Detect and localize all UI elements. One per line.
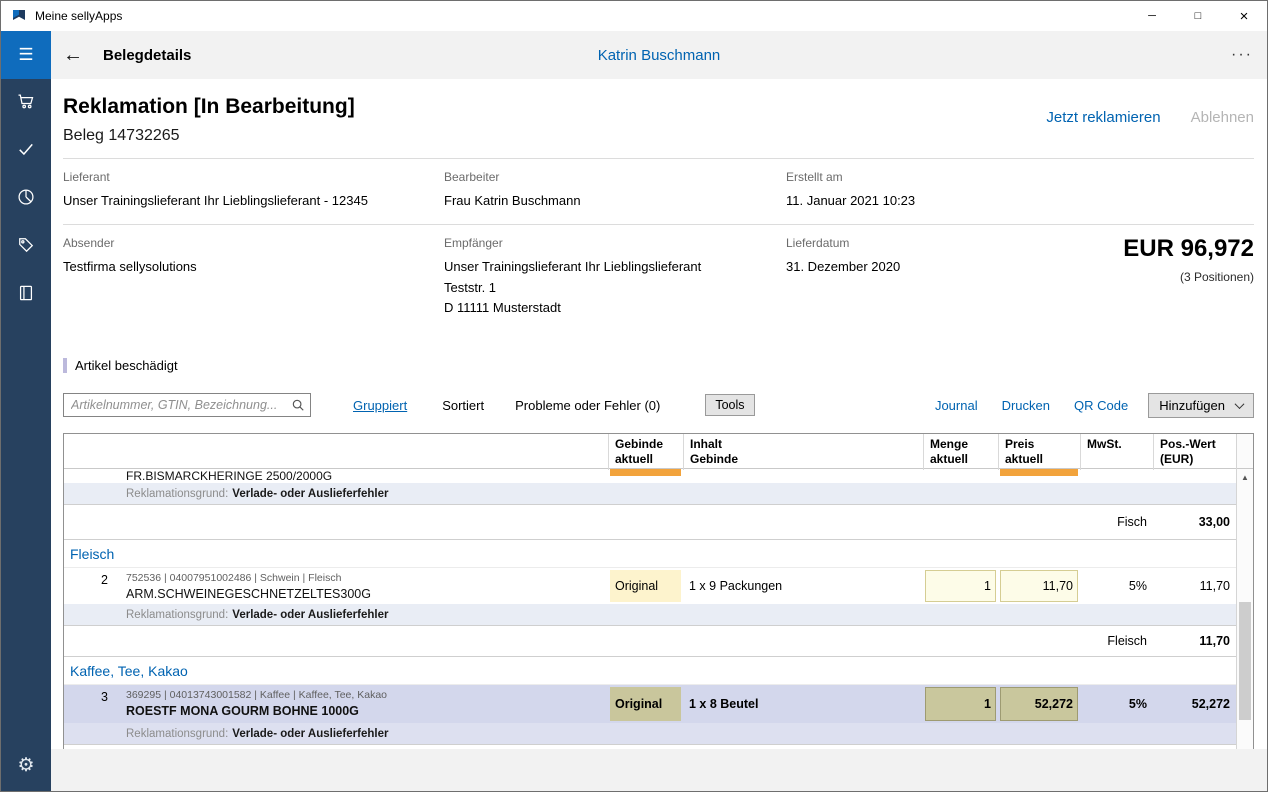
book-icon — [16, 283, 36, 308]
reclamation-reason-row: Reklamationsgrund: Verlade- oder Auslief… — [64, 723, 1236, 744]
qr-code-link[interactable]: QR Code — [1074, 398, 1128, 413]
col-preis: Preisaktuell — [998, 434, 1080, 470]
search-icon — [291, 398, 305, 415]
title-bar: Meine sellyApps ─ □ × — [1, 1, 1267, 31]
table-row[interactable]: 2 752536 | 04007951002486 | Schwein | Fl… — [64, 568, 1236, 604]
sidebar-item-statistics[interactable] — [1, 175, 51, 223]
app-window: Meine sellyApps ─ □ × ☰ — [0, 0, 1268, 792]
problems-filter[interactable]: Probleme oder Fehler (0) — [515, 398, 660, 413]
table-header-row: Gebindeaktuell InhaltGebinde Mengeaktuel… — [64, 434, 1236, 469]
wert-cell: 11,70 — [1153, 568, 1236, 604]
col-menge: Mengeaktuell — [923, 434, 998, 470]
col-article — [120, 434, 608, 470]
pie-chart-icon — [16, 187, 36, 212]
tools-button[interactable]: Tools — [705, 394, 754, 416]
chevron-down-icon — [1235, 399, 1245, 409]
sidebar-item-tasks[interactable] — [1, 127, 51, 175]
group-footer-fisch: Fisch 33,00 — [64, 504, 1236, 540]
header-user-name: Katrin Buschmann — [598, 47, 721, 64]
col-number — [64, 434, 120, 470]
reclamation-reason-row: Reklamationsgrund: Verlade- oder Auslief… — [64, 483, 1236, 504]
col-inhalt: InhaltGebinde — [683, 434, 923, 470]
document-header: Reklamation [In Bearbeitung] Beleg 14732… — [63, 79, 1254, 145]
inhalt-cell: 1 x 9 Packungen — [683, 568, 923, 604]
status-marker — [63, 358, 67, 373]
inhalt-cell: 1 x 8 Beutel — [683, 685, 923, 723]
field-empfaenger: Empfänger Unser Trainingslieferant Ihr L… — [444, 236, 786, 319]
sidebar-item-catalog[interactable] — [1, 271, 51, 319]
hamburger-icon: ☰ — [18, 45, 33, 65]
app-logo-icon — [11, 8, 27, 24]
reclamation-reason-row: Reklamationsgrund: Verlade- oder Auslief… — [64, 604, 1236, 625]
col-wert: Pos.-Wert(EUR) — [1153, 434, 1236, 470]
fields-row-1: Lieferant Unser Trainingslieferant Ihr L… — [63, 159, 1254, 224]
total-amount: EUR 96,972 — [1123, 236, 1254, 262]
print-link[interactable]: Drucken — [1002, 398, 1050, 413]
total-positions: (3 Positionen) — [1123, 270, 1254, 284]
table-row-selected[interactable]: 3 369295 | 04013743001582 | Kaffee | Kaf… — [64, 685, 1236, 723]
preis-cell[interactable]: 11,70 — [1000, 570, 1078, 602]
add-button[interactable]: Hinzufügen — [1148, 393, 1254, 418]
sidebar-item-orders[interactable] — [1, 79, 51, 127]
page-title: Belegdetails — [103, 47, 191, 64]
field-erstellt-am: Erstellt am 11. Januar 2021 10:23 — [786, 170, 1254, 212]
checkmark-icon — [16, 139, 36, 164]
field-absender: Absender Testfirma sellysolutions — [63, 236, 444, 319]
sidebar-item-prices[interactable] — [1, 223, 51, 271]
sidebar: ☰ — [1, 31, 51, 791]
gebinde-cell[interactable]: Original — [610, 570, 681, 602]
menge-cell[interactable]: 1 — [925, 687, 996, 721]
main-area: ← Belegdetails Katrin Buschmann ··· Rekl… — [51, 31, 1267, 791]
wert-cell: 52,272 — [1153, 685, 1236, 723]
back-button[interactable]: ← — [63, 44, 89, 67]
toolbar: Gruppiert Sortiert Probleme oder Fehler … — [63, 392, 1254, 418]
changed-cell-fragment — [1000, 469, 1078, 476]
reject-button: Ablehnen — [1191, 109, 1254, 126]
positions-table: Gebindeaktuell InhaltGebinde Mengeaktuel… — [63, 433, 1254, 749]
sidebar-settings-button[interactable]: ⚙ — [1, 745, 51, 785]
reclaim-now-button[interactable]: Jetzt reklamieren — [1046, 109, 1160, 126]
vertical-scrollbar[interactable]: ▲ ▼ — [1236, 434, 1253, 749]
menge-cell[interactable]: 1 — [925, 570, 996, 602]
preis-cell[interactable]: 52,272 — [1000, 687, 1078, 721]
document-number: Beleg 14732265 — [63, 127, 355, 145]
window-title: Meine sellyApps — [35, 9, 122, 23]
search-box — [63, 393, 311, 417]
field-bearbeiter: Bearbeiter Frau Katrin Buschmann — [444, 170, 786, 212]
group-footer-kaffee: Kaffee, Tee, Kakao 52,272 — [64, 744, 1236, 749]
sidebar-menu-button[interactable]: ☰ — [1, 31, 51, 79]
mwst-cell: 5% — [1080, 568, 1153, 604]
col-gebinde: Gebindeaktuell — [608, 434, 683, 470]
field-lieferdatum: Lieferdatum 31. Dezember 2020 — [786, 236, 1123, 319]
close-button[interactable]: × — [1221, 1, 1267, 31]
fields-row-2: Absender Testfirma sellysolutions Empfän… — [63, 225, 1254, 331]
scrollbar-thumb[interactable] — [1239, 602, 1251, 720]
more-options-button[interactable]: ··· — [1231, 46, 1253, 64]
changed-cell-fragment — [610, 469, 681, 476]
col-mwst: MwSt. — [1080, 434, 1153, 470]
minimize-button[interactable]: ─ — [1129, 1, 1175, 31]
content: Reklamation [In Bearbeitung] Beleg 14732… — [51, 79, 1267, 749]
caption-buttons: ─ □ × — [1129, 1, 1267, 31]
group-toggle[interactable]: Gruppiert — [353, 398, 407, 413]
gear-icon: ⚙ — [17, 754, 34, 777]
status-note: Artikel beschädigt — [63, 358, 1254, 373]
mwst-cell: 5% — [1080, 685, 1153, 723]
table-row-partial[interactable]: FR.BISMARCKHERINGE 2500/2000G — [64, 469, 1236, 483]
document-title: Reklamation [In Bearbeitung] — [63, 95, 355, 119]
group-footer-fleisch: Fleisch 11,70 — [64, 625, 1236, 657]
app-header: ← Belegdetails Katrin Buschmann ··· — [51, 31, 1267, 79]
maximize-button[interactable]: □ — [1175, 1, 1221, 31]
document-total: EUR 96,972 (3 Positionen) — [1123, 236, 1254, 319]
search-input[interactable] — [64, 394, 310, 416]
group-header-fleisch: Fleisch — [64, 540, 1236, 568]
scroll-up-button[interactable]: ▲ — [1237, 469, 1253, 485]
gebinde-cell[interactable]: Original — [610, 687, 681, 721]
group-header-kaffee: Kaffee, Tee, Kakao — [64, 657, 1236, 685]
sort-toggle[interactable]: Sortiert — [442, 398, 484, 413]
cart-icon — [16, 91, 36, 116]
journal-link[interactable]: Journal — [935, 398, 978, 413]
field-lieferant: Lieferant Unser Trainingslieferant Ihr L… — [63, 170, 444, 212]
tag-icon — [16, 235, 36, 260]
